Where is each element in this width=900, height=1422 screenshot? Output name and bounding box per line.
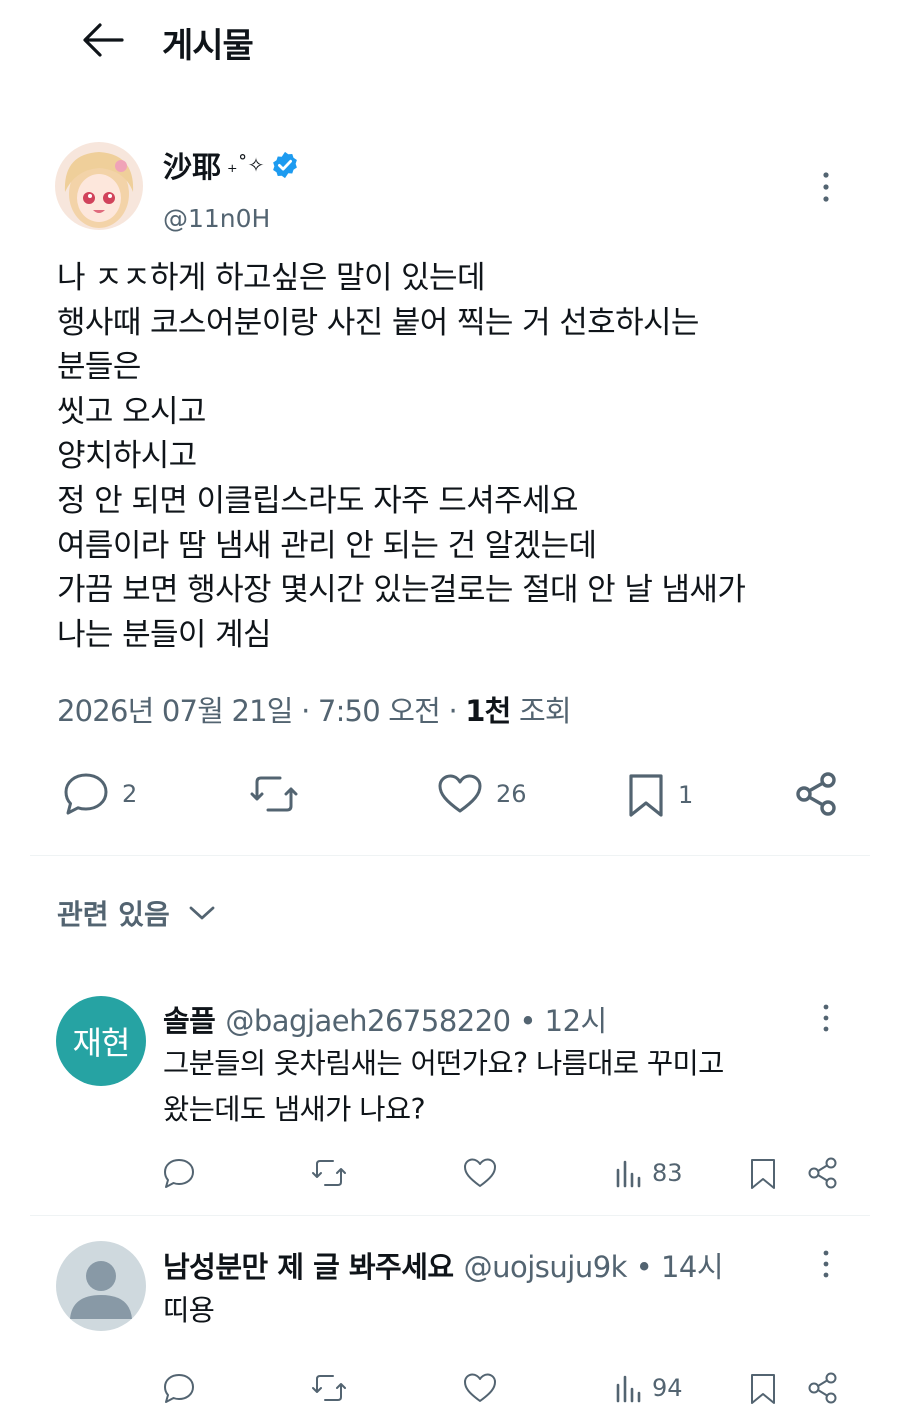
reply-views-button[interactable]: 94 xyxy=(614,1371,683,1405)
more-vertical-icon xyxy=(823,1004,829,1032)
bookmark-icon xyxy=(629,774,663,817)
like-count: 26 xyxy=(496,780,527,808)
share-button[interactable] xyxy=(794,771,840,817)
avatar-initials: 재현 xyxy=(56,996,146,1086)
reply-bookmark-button[interactable] xyxy=(748,1371,778,1407)
retweet-icon xyxy=(312,1375,346,1401)
verified-badge-icon xyxy=(273,151,298,179)
reply-button[interactable]: 2 xyxy=(62,771,137,817)
reply-icon xyxy=(164,1374,194,1403)
sort-label: 관련 있음 xyxy=(57,898,170,931)
reply-meta: @bagjaeh26758220 • 12시 xyxy=(225,1004,607,1038)
anime-avatar-icon xyxy=(55,142,143,230)
reply-header: 남성분만 제 글 봐주세요 @uojsuju9k • 14시 xyxy=(163,1244,724,1286)
bookmark-icon xyxy=(751,1159,775,1189)
heart-icon xyxy=(464,1373,496,1402)
more-vertical-icon xyxy=(823,172,829,202)
retweet-icon xyxy=(312,1160,346,1186)
reply-share-button[interactable] xyxy=(806,1156,840,1190)
reply-author-name[interactable]: 남성분만 제 글 봐주세요 xyxy=(163,1244,454,1286)
reply-view-count: 94 xyxy=(652,1374,683,1402)
reply-meta: @uojsuju9k • 14시 xyxy=(463,1250,724,1284)
reply-share-button[interactable] xyxy=(806,1371,840,1405)
reply-icon xyxy=(64,773,108,815)
heart-icon xyxy=(464,1158,496,1187)
author-name-decoration: ₊˚✧ xyxy=(227,153,265,177)
analytics-icon xyxy=(616,1375,641,1403)
reply-author-name[interactable]: 솔플 xyxy=(163,998,216,1040)
reply-views-button[interactable]: 83 xyxy=(614,1156,683,1190)
more-vertical-icon xyxy=(823,1250,829,1278)
reply-bookmark-button[interactable] xyxy=(748,1156,778,1192)
reply-more-button[interactable] xyxy=(812,1249,840,1281)
share-icon xyxy=(808,1372,837,1404)
sort-replies-dropdown[interactable]: 관련 있음 xyxy=(57,893,216,933)
reply-retweet-button[interactable] xyxy=(310,1371,348,1405)
reply-header: 솔플 @bagjaeh26758220 • 12시 xyxy=(163,998,607,1040)
more-options-button[interactable] xyxy=(812,170,840,204)
author-name-text: 沙耶 xyxy=(163,150,222,184)
reply-count: 2 xyxy=(122,780,138,808)
reply-text: 띠용 xyxy=(163,1294,215,1327)
arrow-left-icon xyxy=(83,23,124,57)
share-icon xyxy=(808,1157,837,1189)
post-date: 2026년 07월 21일 · 7:50 오전 · xyxy=(57,694,466,728)
back-button[interactable] xyxy=(78,20,126,60)
reply-like-button[interactable] xyxy=(462,1371,498,1405)
share-icon xyxy=(796,772,836,816)
reply-view-count: 83 xyxy=(652,1159,683,1187)
analytics-icon xyxy=(616,1160,641,1188)
retweet-icon xyxy=(250,776,298,812)
reply-comment-button[interactable] xyxy=(162,1156,196,1190)
reply-icon xyxy=(164,1159,194,1188)
reply-avatar[interactable] xyxy=(56,1241,146,1331)
bookmark-icon xyxy=(751,1374,775,1404)
reply-like-button[interactable] xyxy=(462,1156,498,1190)
author-handle[interactable]: @11n0H xyxy=(163,204,270,233)
post-text: 나 ㅈㅈ하게 하고싶은 말이 있는데 행사때 코스어분이랑 사진 붙어 찍는 거… xyxy=(57,260,746,653)
reply-comment-button[interactable] xyxy=(162,1371,196,1405)
default-user-icon xyxy=(56,1241,146,1331)
divider xyxy=(30,1215,870,1216)
divider xyxy=(30,855,870,856)
author-name[interactable]: 沙耶 ₊˚✧ xyxy=(163,144,300,186)
reply-text: 그분들의 옷차림새는 어떤가요? 나름대로 꾸미고 왔는데도 냄새가 나요? xyxy=(163,1047,724,1126)
reply-avatar[interactable]: 재현 xyxy=(56,996,146,1086)
bookmark-count: 1 xyxy=(678,781,694,809)
view-label: 조회 xyxy=(510,694,572,728)
heart-icon xyxy=(438,774,482,813)
reply-retweet-button[interactable] xyxy=(310,1156,348,1190)
reply-more-button[interactable] xyxy=(812,1003,840,1035)
post-metadata: 2026년 07월 21일 · 7:50 오전 · 1천 조회 xyxy=(57,688,572,730)
retweet-button[interactable] xyxy=(248,771,300,817)
bookmark-button[interactable]: 1 xyxy=(626,771,693,819)
like-button[interactable]: 26 xyxy=(436,771,527,817)
chevron-down-icon xyxy=(189,906,215,920)
avatar[interactable] xyxy=(55,142,143,230)
page-title: 게시물 xyxy=(162,26,254,66)
view-count: 1천 xyxy=(465,694,511,728)
